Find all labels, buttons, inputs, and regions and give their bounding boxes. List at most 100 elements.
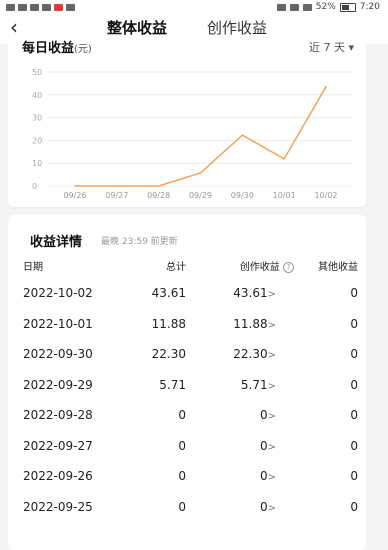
tab-creation-earnings[interactable]: 创作收益 — [207, 18, 267, 38]
row-other: 0 — [350, 499, 358, 514]
row-date: 2022-09-26 — [23, 469, 93, 483]
x-tick-label: 10/01 — [273, 191, 296, 200]
table-row[interactable]: 2022-09-25 0 0> 0 — [8, 499, 366, 529]
y-tick-label: 40 — [32, 91, 42, 100]
row-other: 0 — [350, 316, 358, 331]
row-date: 2022-10-01 — [23, 316, 93, 331]
row-creation-value: 5.71 — [240, 377, 268, 392]
app-notification-icon — [54, 3, 63, 11]
row-total: 0 — [178, 469, 186, 483]
tab-overall-earnings[interactable]: 整体收益 — [107, 18, 167, 38]
status-bar: 52% 7:20 — [0, 0, 388, 14]
x-tick-label: 09/30 — [231, 191, 254, 200]
row-total: 22.30 — [151, 347, 186, 361]
table-row[interactable]: 2022-10-02 43.61 43.61> 0 — [8, 285, 366, 315]
data-point — [325, 85, 327, 88]
data-point — [199, 172, 202, 174]
row-creation[interactable]: 0> — [260, 407, 276, 425]
data-point — [241, 134, 244, 136]
row-date: 2022-09-25 — [23, 499, 93, 514]
table-row[interactable]: 2022-09-29 5.71 5.71> 0 — [8, 377, 366, 407]
earnings-line — [75, 86, 327, 187]
daily-earnings-chart: 0 10 20 30 40 50 09/26 09/27 09/28 09/29 09/30 10/0… — [32, 68, 353, 200]
y-tick-label: 30 — [32, 114, 42, 123]
row-total: 43.61 — [151, 286, 186, 300]
row-creation-value: 0 — [259, 499, 268, 514]
row-other: 0 — [350, 347, 358, 361]
question-circle-icon[interactable]: ? — [283, 261, 294, 273]
location-icon — [42, 3, 51, 11]
chevron-right-icon: > — [267, 441, 276, 453]
detail-title: 收益详情 — [30, 235, 83, 250]
alarm-icon — [289, 3, 299, 11]
row-creation-value: 0 — [259, 469, 268, 483]
chevron-right-icon: > — [267, 380, 276, 392]
header-creation: 创作收益 ? — [240, 258, 294, 273]
chevron-right-icon: > — [267, 289, 276, 300]
chevron-right-icon: > — [267, 502, 276, 514]
eye-icon — [276, 3, 286, 11]
x-tick-label: 10/02 — [314, 191, 337, 200]
header-total: 总计 — [166, 262, 186, 273]
x-tick-label: 09/27 — [105, 191, 128, 200]
row-creation[interactable]: 11.88> — [233, 316, 276, 334]
data-point — [157, 185, 160, 187]
table-row[interactable]: 2022-10-01 11.88 11.88> 0 — [8, 316, 366, 346]
data-point — [283, 158, 285, 160]
row-creation[interactable]: 0> — [260, 438, 276, 456]
row-date: 2022-09-28 — [23, 408, 93, 422]
header-creation-label: 创作收益 — [239, 262, 280, 273]
y-tick-label: 20 — [32, 136, 42, 145]
row-creation-value: 0 — [259, 408, 268, 422]
row-total: 0 — [178, 499, 186, 514]
y-tick-label: 50 — [32, 68, 42, 77]
status-icons-right: 52% 7:20 — [276, 2, 388, 12]
chevron-left-icon[interactable]: ‹ — [10, 15, 18, 39]
row-other: 0 — [350, 377, 358, 392]
data-point — [116, 185, 118, 187]
table-row[interactable]: 2022-09-27 0 0> 0 — [8, 438, 366, 468]
table-row[interactable]: 2022-09-26 0 0> 0 — [8, 468, 366, 498]
update-note: 最晚 23:59 前更新 — [101, 237, 178, 247]
row-creation-value: 11.88 — [233, 316, 268, 331]
row-total: 0 — [178, 408, 186, 422]
row-total: 0 — [178, 438, 186, 453]
row-creation[interactable]: 43.61> — [233, 285, 276, 303]
row-creation-value: 22.30 — [233, 347, 268, 361]
table-row[interactable]: 2022-09-30 22.30 22.30> 0 — [8, 346, 366, 376]
header-date: 日期 — [23, 262, 43, 273]
row-other: 0 — [350, 408, 358, 422]
row-creation[interactable]: 22.30> — [233, 346, 276, 364]
row-creation[interactable]: 0> — [260, 468, 276, 486]
row-creation-value: 43.61 — [233, 286, 268, 300]
x-tick-label: 09/29 — [189, 191, 212, 200]
chevron-right-icon: > — [267, 319, 276, 331]
row-creation[interactable]: 5.71> — [241, 377, 276, 395]
wifi-icon — [30, 3, 39, 11]
row-date: 2022-09-27 — [23, 438, 93, 453]
row-date: 2022-09-29 — [23, 377, 93, 392]
x-tick-label: 09/28 — [147, 191, 170, 200]
table-header: 日期 总计 创作收益 ? 其他收益 — [8, 258, 366, 274]
battery-percent: 52% — [315, 2, 336, 12]
message-icon — [6, 3, 15, 11]
chevron-right-icon: > — [267, 472, 276, 483]
table-row[interactable]: 2022-09-28 0 0> 0 — [8, 407, 366, 437]
signal-icon — [18, 3, 27, 11]
row-creation-value: 0 — [259, 438, 268, 453]
status-time: 7:20 — [359, 2, 380, 12]
y-tick-label: 10 — [32, 159, 42, 168]
y-tick-label: 0 — [32, 182, 37, 191]
header-other: 其他收益 — [318, 262, 358, 273]
row-other: 0 — [350, 438, 358, 453]
battery-icon — [339, 2, 356, 12]
daily-earnings-card: 每日收益(元) 近 7 天 ▾ 0 10 20 30 40 50 09/26 09/27 09/… — [8, 37, 366, 207]
data-point — [74, 185, 76, 187]
row-total: 5.71 — [159, 377, 186, 392]
sync-icon — [66, 3, 75, 11]
bluetooth-icon — [302, 3, 312, 11]
row-other: 0 — [350, 469, 358, 483]
row-creation[interactable]: 0> — [260, 499, 276, 517]
x-tick-label: 09/26 — [63, 191, 86, 200]
row-date: 2022-10-02 — [23, 286, 93, 300]
